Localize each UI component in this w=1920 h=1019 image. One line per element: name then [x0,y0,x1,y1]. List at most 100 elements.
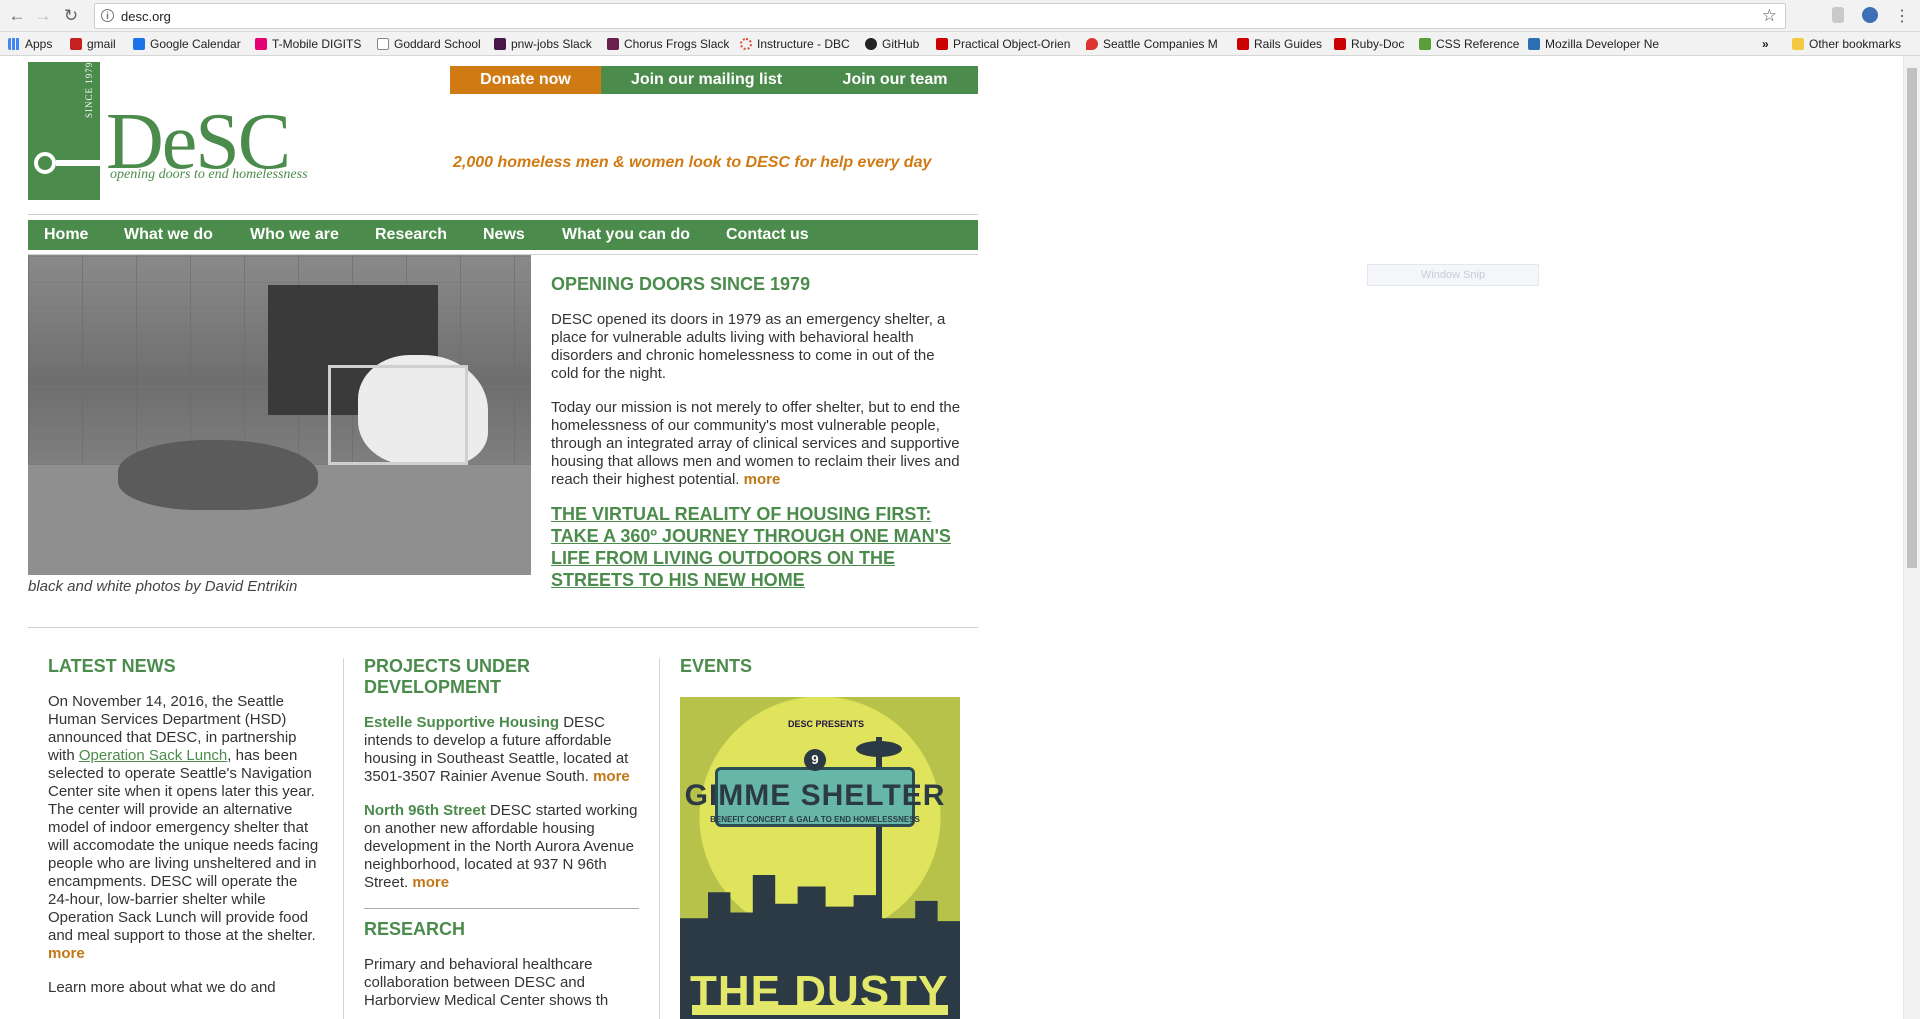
intro-more-link[interactable]: more [744,471,781,488]
column-divider [659,658,660,1019]
bookmark-seattle-companies[interactable]: Seattle Companies M [1086,36,1223,52]
research-heading: RESEARCH [364,919,466,939]
latest-news-text: On November 14, 2016, the Seattle Human … [48,693,320,963]
bookmark-label: Google Calendar [150,37,241,51]
bookmark-google-calendar[interactable]: Google Calendar [133,36,241,52]
bookmark-label: CSS Reference [1436,37,1520,51]
bookmark-goddard[interactable]: Goddard School [377,36,481,52]
operation-sack-lunch-link[interactable]: Operation Sack Lunch [79,747,227,764]
events-column: EVENTS [680,656,960,677]
bookmark-tmobile[interactable]: T-Mobile DIGITS [255,36,361,52]
poster-title: GIMME SHELTER [684,779,946,812]
extension-icon[interactable] [1832,7,1844,23]
info-icon[interactable]: i [101,9,114,22]
bookmark-css-reference[interactable]: CSS Reference [1419,36,1519,52]
bookmark-label: Practical Object-Orien [953,37,1071,51]
hero-photo [28,255,531,575]
bookmark-label: Chorus Frogs Slack [624,37,730,51]
projects-heading: PROJECTS UNDER DEVELOPMENT [364,656,531,697]
forward-arrow-icon[interactable]: → [32,5,54,27]
bookmark-star-icon[interactable]: ☆ [1762,6,1777,26]
bookmark-label: gmail [87,37,116,51]
poster-number: 9 [804,749,826,771]
divider [28,214,978,215]
menu-icon[interactable]: ⋮ [1894,6,1910,26]
bookmark-gmail[interactable]: gmail [70,36,116,52]
nav-who-we-are[interactable]: Who we are [250,220,339,250]
column-divider [343,658,344,1019]
scrollbar-thumb[interactable] [1907,68,1917,568]
bookmark-apps[interactable]: Apps [8,36,52,52]
bookmark-ruby-doc[interactable]: Ruby-Doc [1334,36,1404,52]
learn-more-text: Learn more about what we do and [48,979,276,996]
reload-icon[interactable]: ↻ [60,5,82,27]
poster-presents: DESC PRESENTS [788,719,865,729]
bookmark-label: GitHub [882,37,920,51]
top-action-bar: Donate now Join our mailing list Join ou… [450,66,978,94]
bookmark-chorus-slack[interactable]: Chorus Frogs Slack [607,36,729,52]
nav-what-we-do[interactable]: What we do [124,220,213,250]
divider [28,627,978,628]
site-tagline: 2,000 homeless men & women look to DESC … [453,154,932,171]
bookmark-label: Instructure - DBC [757,37,850,51]
news-text-after: , has been selected to operate Seattle's… [48,747,319,944]
nav-what-you-can-do[interactable]: What you can do [562,220,690,250]
latest-news-heading: LATEST NEWS [48,656,176,676]
logo-tagline: opening doors to end homelessness [110,167,308,182]
nav-research[interactable]: Research [375,220,447,250]
page-scrollbar[interactable] [1903,56,1920,1019]
gimme-shelter-poster[interactable]: DESC PRESENTS 9 GIMME SHELTER BENEFIT CO… [680,697,960,1019]
address-bar[interactable]: i desc.org ☆ [94,3,1786,29]
url-text[interactable]: desc.org [121,9,171,24]
globe-extension-icon[interactable] [1862,7,1878,23]
project-item: Estelle Supportive Housing DESC intends … [364,714,639,786]
bookmark-mdn[interactable]: Mozilla Developer Ne [1528,36,1678,52]
research-text: Primary and behavioral healthcare collab… [364,956,609,1009]
bookmark-label: Other bookmarks [1809,37,1902,51]
divider [364,908,639,909]
donate-now-button[interactable]: Donate now [450,66,601,94]
poster-subtitle: BENEFIT CONCERT & GALA TO END HOMELESSNE… [710,815,920,824]
news-more-link[interactable]: more [48,945,85,962]
bookmark-label: Seattle Companies M [1103,37,1218,51]
join-mailing-list-button[interactable]: Join our mailing list [601,66,812,94]
project-north-96th-more-link[interactable]: more [412,874,449,891]
logo-since-text: SINCE 1979 [84,61,94,118]
browser-toolbar: ← → ↻ i desc.org ☆ ⋮ [0,0,1920,32]
css-icon [1419,38,1431,50]
project-estelle-more-link[interactable]: more [593,768,630,785]
other-bookmarks[interactable]: Other bookmarks [1792,36,1901,52]
bookmark-label: Goddard School [394,37,481,51]
join-our-team-button[interactable]: Join our team [812,66,978,94]
intro-section: OPENING DOORS SINCE 1979 DESC opened its… [551,274,961,591]
nav-news[interactable]: News [483,220,525,250]
web-page: SINCE 1979 DeSC opening doors to end hom… [0,56,1920,1019]
latest-news-column: LATEST NEWS On November 14, 2016, the Se… [48,656,320,997]
bookmark-instructure[interactable]: Instructure - DBC [740,36,850,52]
instructure-icon [740,38,752,50]
key-icon [34,152,56,174]
bookmark-label: Apps [25,37,53,51]
intro-paragraph-1: DESC opened its doors in 1979 as an emer… [551,311,946,382]
back-arrow-icon[interactable]: ← [6,5,28,27]
bookmarks-overflow-chevron-icon[interactable]: » [1762,36,1769,52]
intro-paragraph-2: Today our mission is not merely to offer… [551,399,961,489]
github-icon [865,38,877,50]
bookmark-label: pnw-jobs Slack [511,37,592,51]
project-north-96th-link[interactable]: North 96th Street [364,802,486,819]
bookmark-label: Rails Guides [1254,37,1323,51]
bookmark-github[interactable]: GitHub [865,36,919,52]
bookmark-rails-guides[interactable]: Rails Guides [1237,36,1322,52]
bookmark-practical-oo[interactable]: Practical Object-Orien [936,36,1072,52]
nav-contact-us[interactable]: Contact us [726,220,809,250]
gmail-icon [70,38,82,50]
mdn-icon [1528,38,1540,50]
slack-icon [607,38,619,50]
vr-housing-first-link[interactable]: THE VIRTUAL REALITY OF HOUSING FIRST: TA… [551,503,961,591]
intro-heading: OPENING DOORS SINCE 1979 [551,274,811,294]
project-estelle-link[interactable]: Estelle Supportive Housing [364,714,559,731]
nav-home[interactable]: Home [44,220,88,250]
apps-grid-icon [8,38,20,50]
bookmark-pnw-slack[interactable]: pnw-jobs Slack [494,36,592,52]
projects-column: PROJECTS UNDER DEVELOPMENT Estelle Suppo… [364,656,639,1010]
